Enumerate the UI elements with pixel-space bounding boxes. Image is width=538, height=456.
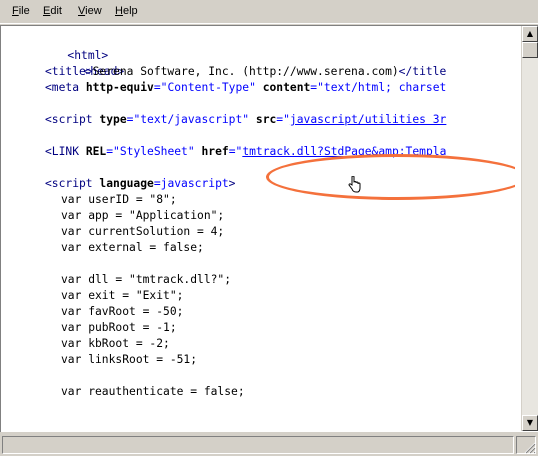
code-line-var: var dll = "tmtrack.dll?"; — [61, 273, 232, 286]
script-src-quote: " — [283, 113, 290, 126]
vertical-scrollbar[interactable]: ▲ ▼ — [521, 26, 538, 431]
resize-grip-icon[interactable] — [524, 442, 536, 454]
menu-file-label: File — [12, 5, 30, 17]
highlight-circle — [266, 154, 515, 200]
meta-value-charset: "text/html; charset — [317, 81, 447, 94]
status-bar — [0, 433, 538, 456]
scroll-up-arrow-icon[interactable]: ▲ — [522, 26, 538, 42]
equals-sign: = — [228, 145, 236, 158]
scroll-thumb[interactable] — [522, 42, 538, 58]
stylesheet-href-link[interactable]: tmtrack.dll?StdPage&amp;Templa — [242, 145, 446, 158]
code-line-var: var currentSolution = 4; — [61, 225, 225, 238]
title-open-tag: <title> — [45, 65, 93, 78]
code-line-var: var favRoot = -50; — [61, 305, 184, 318]
equals-sign: = — [153, 81, 161, 94]
menu-help[interactable]: Help — [115, 5, 138, 17]
menu-edit[interactable]: Edit — [43, 5, 62, 17]
code-line-link: <LINK REL="StyleSheet" href="tmtrack.dll… — [45, 144, 446, 160]
code-line-script-inline: <script language=javascript> — [45, 176, 235, 192]
script-language-value: javascript — [160, 177, 229, 190]
code-line-var: var linksRoot = -51; — [61, 353, 198, 366]
code-line-var: var reauthenticate = false; — [61, 385, 245, 398]
code-line-var: var kbRoot = -2; — [61, 337, 170, 350]
menu-file[interactable]: File — [12, 5, 30, 17]
code-line-var: var app = "Application"; — [61, 209, 225, 222]
hand-cursor-icon — [348, 176, 361, 193]
script-attr-type: type — [99, 113, 127, 126]
source-pane[interactable]: <html> <head> <title>Serena Software, In… — [0, 25, 538, 432]
code-line-var: var userID = "8"; — [61, 193, 177, 206]
status-panel — [2, 436, 514, 454]
script-attr-language: language — [99, 177, 154, 190]
code-line-var: var exit = "Exit"; — [61, 289, 184, 302]
meta-value-content-type: "Content-Type" — [160, 81, 256, 94]
script-value-type: "text/javascript" — [133, 113, 250, 126]
code-line-title: <title>Serena Software, Inc. (http://www… — [45, 64, 446, 80]
meta-attr-http-equiv: http-equiv — [85, 81, 154, 94]
script-src-link[interactable]: javascript/utilities 3r — [290, 113, 446, 126]
title-text: Serena Software, Inc. (http://www.serena… — [92, 65, 399, 78]
code-line-script-src: <script type="text/javascript" src="java… — [45, 112, 446, 128]
script-tag: <script — [45, 177, 93, 190]
meta-attr-content: content — [262, 81, 311, 94]
menu-view[interactable]: View — [78, 5, 102, 17]
link-tag: <LINK — [45, 145, 80, 158]
menu-bar: File Edit View Help — [0, 0, 538, 24]
code-line-var: var pubRoot = -1; — [61, 321, 177, 334]
menu-edit-label: Edit — [43, 5, 62, 17]
menu-help-label: Help — [115, 5, 138, 17]
title-close-tag: </title — [398, 65, 447, 78]
link-value-stylesheet: "StyleSheet" — [113, 145, 195, 158]
script-tag: <script — [45, 113, 93, 126]
source-viewer-window: File Edit View Help <html> <head> <title… — [0, 0, 538, 456]
meta-tag: <meta — [45, 81, 80, 94]
equals-sign: = — [153, 177, 161, 190]
link-attr-href: href — [201, 145, 229, 158]
scroll-down-arrow-icon[interactable]: ▼ — [522, 415, 538, 431]
script-attr-src: src — [255, 113, 277, 126]
link-attr-rel: REL — [85, 145, 107, 158]
code-line-var: var external = false; — [61, 241, 204, 254]
source-code[interactable]: <html> <head> <title>Serena Software, In… — [1, 26, 515, 431]
script-close-bracket: > — [228, 177, 236, 190]
menu-view-label: View — [78, 5, 102, 17]
code-line-meta: <meta http-equiv="Content-Type" content=… — [45, 80, 446, 96]
